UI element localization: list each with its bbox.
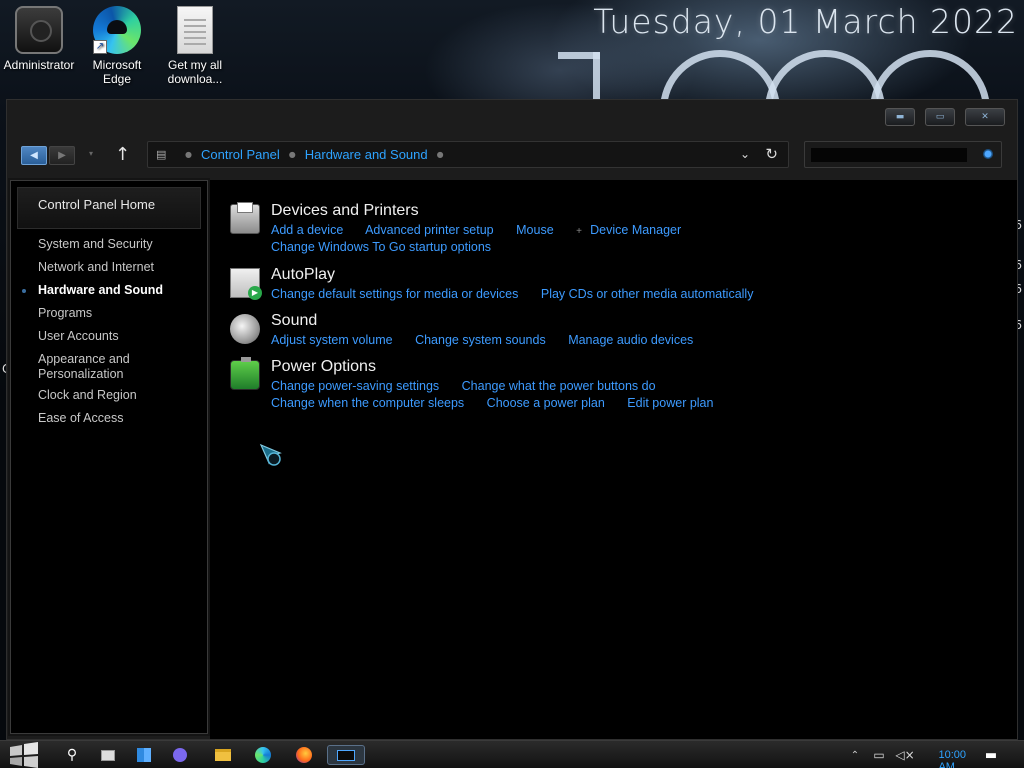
search-icon[interactable] [983, 149, 993, 159]
search-input[interactable] [811, 148, 967, 162]
network-icon[interactable]: ▭ [868, 745, 890, 765]
control-panel-taskbar-button[interactable] [327, 745, 365, 765]
autoplay-defaults-link[interactable]: Change default settings for media or dev… [271, 287, 518, 301]
power-buttons-link[interactable]: Change what the power buttons do [462, 379, 656, 393]
back-button[interactable]: ◀ [21, 146, 47, 165]
chevron-down-icon[interactable]: ⌄ [740, 147, 750, 161]
sidebar-item-appearance[interactable]: Appearance and Personalization [11, 348, 207, 382]
widgets-icon[interactable] [133, 745, 155, 765]
desktop-icon-file[interactable]: Get my all downloa... [156, 6, 234, 86]
control-panel-home-link[interactable]: Control Panel Home [17, 187, 201, 229]
clock-widget-digit-one-stem [593, 52, 600, 102]
desktop-icon-edge[interactable]: ↗ Microsoft Edge [78, 6, 156, 86]
notification-icon[interactable]: ▬ [980, 745, 1002, 765]
breadcrumb-separator-icon[interactable]: ● [185, 150, 192, 159]
category-title[interactable]: Devices and Printers [271, 202, 419, 220]
address-bar[interactable]: ▤ ● Control Panel ● Hardware and Sound ●… [147, 141, 789, 168]
breadcrumb-hardware-and-sound[interactable]: Hardware and Sound [305, 147, 428, 162]
link-row: Change default settings for media or dev… [271, 287, 772, 301]
link-row: Change power-saving settings Change what… [271, 379, 675, 393]
computer-sleeps-link[interactable]: Change when the computer sleeps [271, 396, 464, 410]
control-panel-icon: ▤ [156, 148, 167, 161]
desktop-icon-label: Edge [102, 72, 132, 86]
category-title[interactable]: Power Options [271, 358, 376, 376]
sidebar-item-ease-of-access[interactable]: Ease of Access [11, 407, 207, 430]
desktop-icon-label: Get my all [167, 58, 222, 72]
up-arrow-icon[interactable]: ↑ [115, 144, 130, 165]
document-icon [177, 6, 213, 54]
close-button[interactable]: ✕ [965, 108, 1005, 126]
sidebar-item-clock-and-region[interactable]: Clock and Region [11, 382, 207, 407]
desktop-icon-label: Microsoft [92, 58, 142, 72]
sidebar-item-network-and-internet[interactable]: Network and Internet [11, 256, 207, 279]
printer-icon[interactable] [230, 202, 260, 234]
firefox-icon[interactable] [293, 745, 315, 765]
desktop-icon-label: Administrator [3, 58, 75, 72]
category-title[interactable]: AutoPlay [271, 266, 335, 284]
sidebar-item-system-and-security[interactable]: System and Security [11, 233, 207, 256]
mouse-link[interactable]: Mouse [516, 223, 554, 237]
category-title[interactable]: Sound [271, 312, 317, 330]
search-icon[interactable]: ⚲ [61, 745, 83, 765]
windows-to-go-link[interactable]: Change Windows To Go startup options [271, 240, 491, 254]
start-button-icon[interactable] [4, 733, 44, 768]
breadcrumb-separator-icon[interactable]: ● [437, 150, 444, 159]
maximize-button[interactable]: ▭ [925, 108, 955, 126]
choose-power-plan-link[interactable]: Choose a power plan [487, 396, 605, 410]
file-explorer-icon[interactable] [212, 745, 234, 765]
admin-shield-icon: + [576, 226, 582, 237]
forward-button[interactable]: ▶ [49, 146, 75, 165]
sidebar-item-hardware-and-sound[interactable]: Hardware and Sound [11, 279, 207, 302]
user-folder-icon [15, 6, 63, 54]
chat-icon[interactable] [169, 745, 191, 765]
manage-audio-devices-link[interactable]: Manage audio devices [568, 333, 693, 347]
volume-muted-icon[interactable]: ◁× [894, 745, 916, 765]
breadcrumb-control-panel[interactable]: Control Panel [201, 147, 280, 162]
play-cds-link[interactable]: Play CDs or other media automatically [541, 287, 754, 301]
sidebar-item-label: Appearance and [38, 352, 130, 366]
recent-locations-icon[interactable]: ▾ [89, 149, 99, 159]
power-saving-link[interactable]: Change power-saving settings [271, 379, 439, 393]
left-pane-list: System and Security Network and Internet… [11, 233, 207, 430]
device-manager-link[interactable]: Device Manager [590, 223, 681, 237]
edit-power-plan-link[interactable]: Edit power plan [627, 396, 713, 410]
left-navigation-pane: Control Panel Home System and Security N… [8, 178, 210, 736]
sidebar-item-user-accounts[interactable]: User Accounts [11, 325, 207, 348]
main-content: Devices and Printers Add a device Advanc… [210, 180, 1017, 739]
desktop-icon-administrator[interactable]: Administrator [0, 6, 78, 72]
desktop-icon-label: downloa... [167, 72, 223, 86]
link-row: Add a device Advanced printer setup Mous… [271, 223, 700, 237]
shortcut-arrow-icon: ↗ [93, 40, 107, 54]
mouse-cursor-icon [259, 443, 282, 466]
search-box[interactable] [804, 141, 1002, 168]
advanced-printer-setup-link[interactable]: Advanced printer setup [365, 223, 494, 237]
task-view-icon[interactable] [97, 745, 119, 765]
desktop-date: Tuesday, 01 March 2022 [593, 2, 1018, 41]
minimize-button[interactable]: ▬ [885, 108, 915, 126]
link-row: Adjust system volume Change system sound… [271, 333, 712, 347]
autoplay-icon[interactable] [230, 268, 262, 300]
taskbar: ⚲ ⌃ ▭ ◁× 10:00 AM ▬ [0, 740, 1024, 768]
add-device-link[interactable]: Add a device [271, 223, 343, 237]
sidebar-item-programs[interactable]: Programs [11, 302, 207, 325]
caption-buttons: ▬ ▭ ✕ [885, 108, 1005, 126]
battery-icon[interactable] [230, 357, 260, 390]
taskbar-clock[interactable]: 10:00 AM [938, 749, 966, 768]
sidebar-item-label: Personalization [38, 367, 124, 381]
edge-icon: ↗ [93, 6, 141, 54]
link-row: Change when the computer sleeps Choose a… [271, 396, 732, 410]
breadcrumb-separator-icon[interactable]: ● [289, 150, 296, 159]
link-row: Change Windows To Go startup options [271, 240, 510, 254]
control-panel-window[interactable]: ▬ ▭ ✕ ◀ ▶ ▾ ↑ ▤ ● Control Panel ● Hardwa… [6, 99, 1018, 740]
change-sounds-link[interactable]: Change system sounds [415, 333, 546, 347]
chevron-up-icon[interactable]: ⌃ [844, 745, 866, 765]
edge-icon[interactable] [252, 745, 274, 765]
adjust-volume-link[interactable]: Adjust system volume [271, 333, 393, 347]
refresh-icon[interactable]: ↻ [765, 145, 778, 163]
speaker-icon[interactable] [230, 314, 260, 344]
